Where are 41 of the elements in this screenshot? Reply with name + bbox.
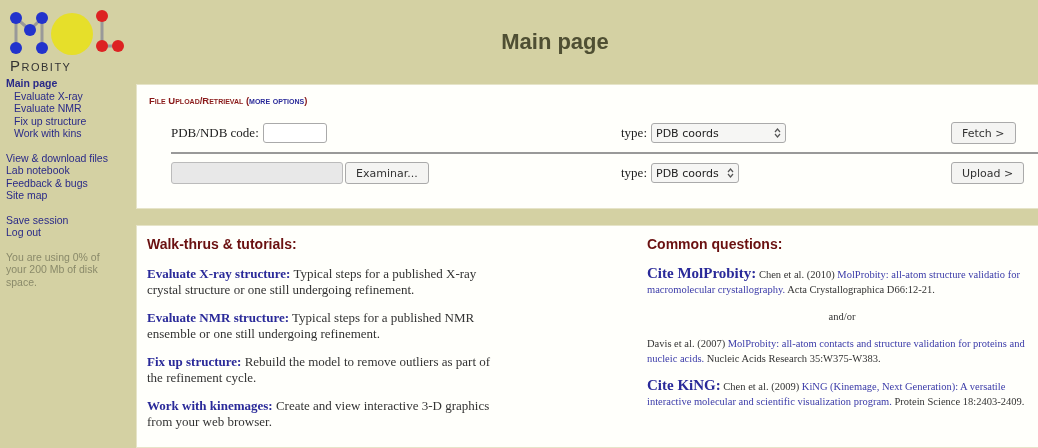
tutorial-description: Work with kinemages: Create and view interactive 3-D graphics from your web browser.: [147, 398, 491, 430]
file-input[interactable]: [171, 162, 343, 184]
fetch-button[interactable]: Fetch >: [951, 122, 1016, 144]
sidebar-link[interactable]: Feedback & bugs: [6, 176, 88, 189]
sidebar-link[interactable]: Work with kins: [14, 127, 82, 140]
upload-button[interactable]: Upload >: [951, 162, 1025, 184]
logo-wordmark: Probity: [10, 58, 72, 73]
sidebar-link[interactable]: View & download files: [6, 151, 108, 164]
sidebar-link[interactable]: Fix up structure: [14, 114, 87, 127]
tutorial-link[interactable]: Work with kinemages:: [147, 398, 273, 413]
section-title: File Upload/Retrieval (more options): [149, 95, 309, 106]
sidebar-link[interactable]: Lab notebook: [6, 164, 70, 177]
tutorial-link[interactable]: Evaluate X-ray structure:: [147, 266, 291, 281]
citation-text: Cite MolProbity: Chen et al. (2010) MolProbity: all-atom structure validatio for macromolecular crystallography. Acta Crystallographica D66:12-21.: [647, 266, 1021, 297]
citation-text: Cite KiNG: Chen et al. (2009) KiNG (Kinemage, Next Generation): A versatile interactive molecular and scientific visualization program. Protein Science 18:2403-2409.: [647, 378, 1026, 409]
type-select[interactable]: PDB coords: [651, 163, 739, 183]
sidebar-link[interactable]: Save session: [6, 213, 69, 226]
disk-usage-note: You are using 0% of your 200 Mb of disk space.: [6, 250, 101, 288]
sidebar-link[interactable]: Log out: [6, 226, 42, 239]
tutorial-link[interactable]: Evaluate NMR structure:: [147, 310, 289, 325]
sidebar-link[interactable]: Evaluate X-ray: [14, 89, 83, 102]
sidebar-link[interactable]: Main page: [6, 77, 58, 90]
section-heading: Common questions:: [647, 236, 784, 252]
sidebar-link[interactable]: Evaluate NMR: [14, 102, 82, 115]
sidebar-link[interactable]: Site map: [6, 189, 48, 202]
field-label: type:: [621, 125, 647, 141]
field-label: type:: [621, 165, 647, 181]
citation-text: Davis et al. (2007) MolProbity: all-atom contacts and structure validation for proteins and nucleic acids. Nucleic Acids Research 35:W375-W383.: [647, 337, 1026, 366]
tutorial-description: Evaluate X-ray structure: Typical steps for a published X-ray crystal structure or one still undergoing refinement.: [147, 266, 478, 298]
field-label: PDB/NDB code:: [171, 125, 259, 141]
tutorial-link[interactable]: Fix up structure:: [147, 354, 242, 369]
section-heading: Walk-thrus & tutorials:: [147, 236, 298, 252]
updown-icon: [726, 168, 734, 178]
tutorial-description: Evaluate NMR structure: Typical steps for a published NMR ensemble or one still undergoing refinement.: [147, 310, 476, 342]
page-title: Main page: [500, 28, 610, 56]
tutorial-description: Fix up structure: Rebuild the model to remove outliers as part of the refinement cycle.: [147, 354, 492, 386]
browse-button[interactable]: Examinar...: [345, 162, 429, 184]
updown-icon: [774, 128, 781, 138]
code-input[interactable]: [262, 123, 327, 143]
type-select[interactable]: PDB coords: [651, 123, 786, 143]
separator-text: and/or: [827, 310, 857, 324]
